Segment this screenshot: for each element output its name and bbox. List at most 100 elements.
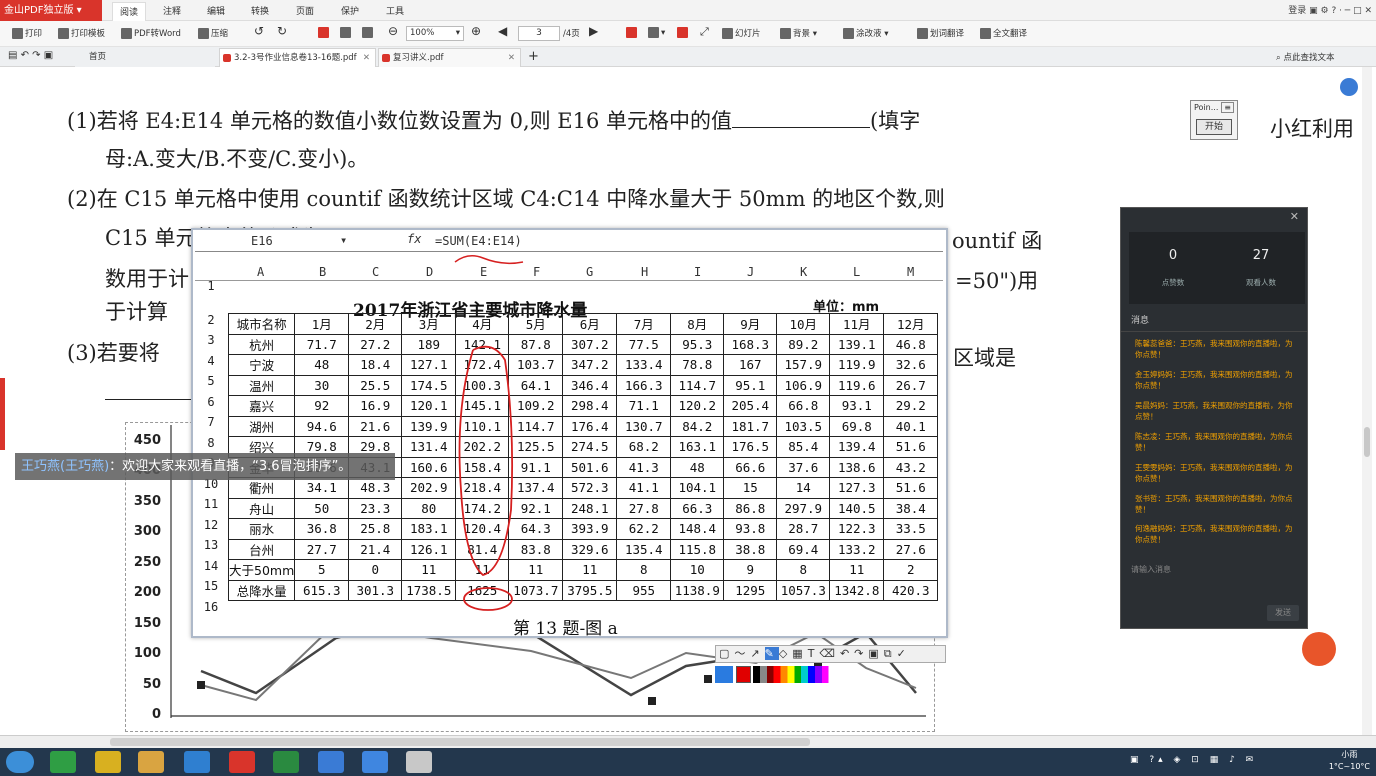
app-icon[interactable] [50,751,76,773]
pdf-app-icon[interactable] [229,751,255,773]
close-icon[interactable]: ✕ [363,49,370,67]
tab-convert[interactable]: 转换 [251,4,269,17]
likes-stat: 0 点赞数 [1129,232,1217,304]
tab-doc1-label: 3.2-3号作业信息卷13-16题.pdf [234,53,357,63]
ie-icon[interactable] [184,751,210,773]
next-page-icon[interactable]: ▶ [589,24,598,38]
question-line-6: 于计算 [105,300,168,324]
y-tick: 450 [133,433,161,448]
chat-message: 何逸融妈妈：王巧燕，我来围观你的直播啦，为你点赞！ [1135,524,1293,544]
background-button[interactable]: 背景 ▾ [780,27,817,39]
prev-page-icon[interactable]: ◀ [498,24,507,38]
start-button[interactable]: 开始 [1196,119,1232,135]
zoom-out-icon[interactable]: ⊖ [388,24,398,38]
temperature-label: 1°C~10°C [1328,762,1370,771]
color-palette[interactable] [753,666,839,683]
tab-page[interactable]: 页面 [296,4,314,17]
zoom-select[interactable]: 100% ▾ [406,26,464,41]
toolbar: 打印 打印模板 PDF转Word 压缩 ↺ ↻ ⊖ 100% ▾ ⊕ ◀ 3 /4… [0,21,1376,47]
folder-icon[interactable] [138,751,164,773]
printer-icon [12,28,23,39]
columns-icon[interactable]: ▾ [648,27,665,38]
tab-tools[interactable]: 工具 [386,4,404,17]
window-menu-icon[interactable]: ≡ [1221,102,1234,113]
close-icon[interactable]: ✕ [1290,210,1299,223]
document-tab-bar: ▤ ↶ ↷ ▣ 首页 3.2-3号作业信息卷13-16题.pdf ✕ 复习讲义.p… [0,47,1376,67]
tab-protect[interactable]: 保护 [341,4,359,17]
tab-annotate[interactable]: 注释 [163,4,181,17]
translate-all-label: 全文翻译 [993,29,1028,39]
split-icon[interactable] [677,27,690,38]
message-input[interactable]: 请输入消息 [1127,560,1303,590]
scroll-thumb[interactable] [1364,427,1370,457]
current-color[interactable] [736,666,751,683]
pdf-to-word-button[interactable]: PDF转Word [121,27,181,39]
excel-icon[interactable] [273,751,299,773]
tray-clock[interactable]: 小雨 1°C~10°C [1329,749,1370,773]
compress-button[interactable]: 压缩 [198,27,228,39]
double-page-icon[interactable] [340,27,353,38]
weather-label: 小雨 [1341,750,1358,759]
tab-read[interactable]: 阅读 [112,2,147,21]
app-brand[interactable]: 金山PDF独立版 ▾ [0,0,102,21]
tab-doc2[interactable]: 复习讲义.pdf ✕ [378,48,521,67]
y-tick: 250 [133,555,161,570]
underline [105,399,193,400]
scroll-thumb[interactable] [110,738,810,746]
live-ticker: 王巧燕(王巧燕)：欢迎大家来观看直播，“3.6冒泡排序”。 [15,453,395,480]
fullscreen-icon[interactable]: ⤢ [700,25,709,39]
single-page-icon[interactable] [318,27,331,38]
search-text[interactable]: ⌕ 点此查找文本 [1276,51,1334,63]
tab-doc1[interactable]: 3.2-3号作业信息卷13-16题.pdf ✕ [219,48,376,67]
y-tick: 100 [133,646,161,661]
page-input[interactable]: 3 [518,26,560,41]
question-line-7: (3)若要将 [67,341,160,365]
continuous-icon[interactable] [362,27,375,38]
zoom-in-icon[interactable]: ⊕ [471,24,481,38]
print-mode-button[interactable]: 打印模板 [58,27,105,39]
tray-icons[interactable]: ▣ ?▴ ◈ ⊡ ▦ ♪ ✉ [1130,755,1257,765]
question-line-1: (1)若将 E4:E14 单元格的数值小数位数设置为 0,则 E16 单元格中的… [67,109,921,133]
view-mode-icon[interactable] [626,27,639,38]
folder-icon[interactable]: ▤ ↶ ↷ ▣ [8,50,53,61]
translate-selection-button[interactable]: 划词翻译 [917,27,964,39]
chrome-icon[interactable] [95,751,121,773]
close-icon[interactable]: ✕ [508,49,515,67]
assistant-icon[interactable] [1340,78,1358,96]
ticker-user: 王巧燕(王巧燕) [21,459,110,474]
side-collapse-handle[interactable] [0,378,5,450]
print-template-icon [58,28,69,39]
y-tick: 50 [142,677,161,692]
rotate-right-icon[interactable]: ↻ [277,24,287,38]
pen-icon[interactable]: ✎ [764,647,779,660]
y-tick: 300 [133,524,161,539]
tab-edit[interactable]: 编辑 [207,4,225,17]
vertical-scrollbar[interactable] [1362,67,1372,735]
y-tick: 200 [133,585,161,600]
tab-home[interactable]: 首页 [75,48,215,67]
tab-doc2-label: 复习讲义.pdf [393,53,444,63]
tool-icon[interactable] [406,751,432,773]
window-controls[interactable]: 登录 ▣ ⚙ ? · ─ □ ✕ [1288,3,1372,16]
send-button[interactable]: 发送 [1267,605,1299,621]
chat-message: 吴晨妈妈：王巧燕，我来围观你的直播啦，为你点赞！ [1135,401,1293,421]
y-tick: 150 [133,616,161,631]
rotate-left-icon[interactable]: ↺ [254,24,264,38]
start-menu-icon[interactable] [6,751,34,773]
new-tab-icon[interactable]: + [528,49,539,64]
translate-selection-label: 划词翻译 [930,29,965,39]
live-panel: ✕ 0 点赞数 27 观看人数 消息 陈馨蕊爸爸：王巧燕，我来围观你的直播啦，为你点… [1120,207,1308,629]
correction-button[interactable]: 涂改液 ▾ [843,27,888,39]
print-button[interactable]: 打印 [12,27,42,39]
draw-tools[interactable]: ▢〜↗✎◇▦T⌫↶↷▣⧉✓ [715,645,946,663]
mail-icon[interactable] [318,751,344,773]
viewers-stat: 27 观看人数 [1217,232,1305,304]
horizontal-scrollbar[interactable] [0,735,1376,748]
pen-size-icon[interactable] [715,666,733,683]
app-window-icon[interactable] [362,751,388,773]
translate-all-button[interactable]: 全文翻译 [980,27,1027,39]
live-logo-icon[interactable] [1302,632,1336,666]
answer-blank [732,110,871,128]
slideshow-button[interactable]: 幻灯片 [722,27,761,39]
figure-caption: 第 13 题-图 a [513,619,618,639]
